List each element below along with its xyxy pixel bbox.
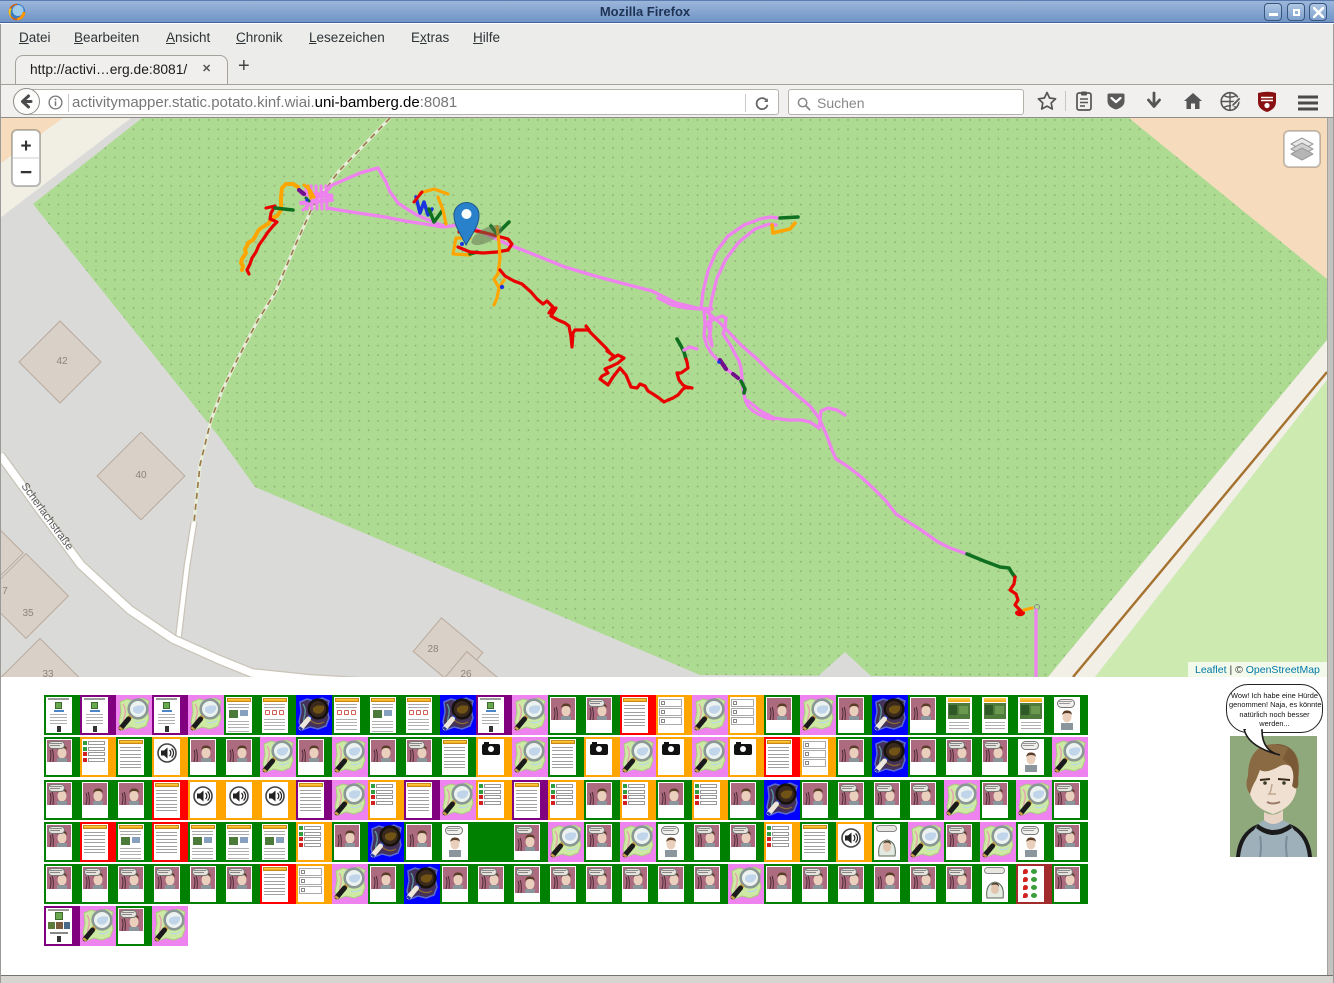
svg-text:+: + (20, 136, 31, 157)
svg-text:Leaflet | © OpenStreetMap: Leaflet | © OpenStreetMap (1195, 664, 1320, 676)
svg-text:−: − (20, 161, 32, 184)
svg-text:28: 28 (427, 644, 439, 655)
svg-text:26: 26 (460, 669, 472, 677)
svg-text:40: 40 (135, 470, 147, 481)
svg-text:7: 7 (2, 586, 8, 597)
svg-text:33: 33 (42, 669, 54, 677)
svg-text:42: 42 (56, 356, 68, 367)
svg-text:35: 35 (22, 608, 34, 619)
